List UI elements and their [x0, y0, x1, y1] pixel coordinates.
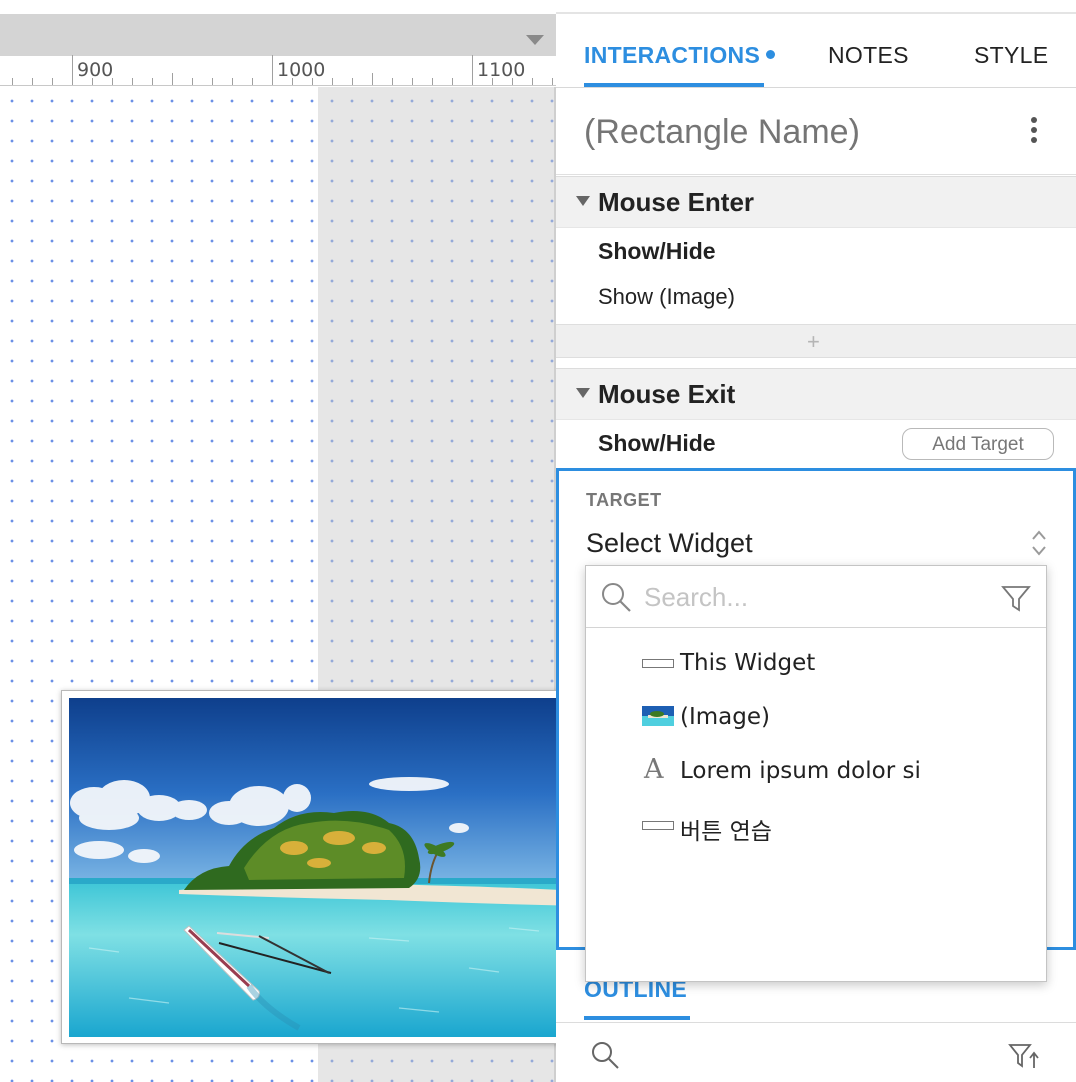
- picker-item-label: (Image): [680, 704, 770, 730]
- outline-search-icon[interactable]: [590, 1040, 620, 1070]
- panel-tabs: INTERACTIONS NOTES STYLE: [556, 12, 1076, 88]
- outline-filter-sort-icon[interactable]: [1008, 1042, 1040, 1070]
- ruler-minor-tick: [392, 78, 393, 85]
- collapse-triangle-icon[interactable]: [576, 196, 590, 206]
- picker-item-label: This Widget: [680, 650, 816, 676]
- ruler-major-tick: [472, 55, 473, 85]
- widget-picker-dropdown: This Widget (Image) A Lorem ipsum dolor …: [585, 565, 1047, 982]
- unsaved-dot-icon: [766, 50, 776, 59]
- picker-item-image[interactable]: (Image): [586, 694, 1046, 740]
- outline-tab-underline: [584, 1016, 690, 1020]
- picker-search-input[interactable]: [644, 581, 984, 613]
- ruler-label: 1100: [477, 59, 526, 81]
- text-widget-icon: A: [644, 754, 664, 785]
- tropical-island-image: [69, 698, 556, 1037]
- picker-item-this-widget[interactable]: This Widget: [586, 640, 1046, 686]
- ruler-label: 900: [77, 59, 114, 81]
- image-thumbnail-icon: [642, 706, 674, 726]
- rectangle-widget-icon: [642, 659, 674, 668]
- action-title[interactable]: Show/Hide: [598, 238, 716, 265]
- filter-icon[interactable]: [1001, 584, 1031, 612]
- outline-divider: [556, 1022, 1076, 1023]
- tab-style[interactable]: STYLE: [974, 42, 1048, 69]
- ruler-minor-tick: [412, 78, 413, 85]
- horizontal-scrollbar[interactable]: [0, 14, 556, 56]
- picker-item-button[interactable]: 버튼 연습: [586, 802, 1046, 848]
- event-title: Mouse Exit: [598, 379, 736, 409]
- search-icon: [602, 583, 631, 612]
- action-title[interactable]: Show/Hide: [598, 430, 716, 457]
- ruler-major-tick: [272, 55, 273, 85]
- ruler-minor-tick: [12, 78, 13, 85]
- ruler-minor-tick: [452, 78, 453, 85]
- action-detail[interactable]: Show (Image): [598, 284, 735, 310]
- ruler-minor-tick: [552, 78, 553, 85]
- scroll-down-arrow-icon[interactable]: [526, 35, 544, 45]
- ruler-minor-tick: [32, 78, 33, 85]
- add-action-bar[interactable]: +: [556, 324, 1076, 358]
- picker-item-text[interactable]: A Lorem ipsum dolor si: [586, 748, 1046, 794]
- ruler-minor-tick: [232, 78, 233, 85]
- tab-interactions-label: INTERACTIONS: [584, 42, 761, 68]
- target-label: TARGET: [586, 490, 662, 510]
- event-title: Mouse Enter: [598, 187, 755, 217]
- rectangle-widget-icon: [642, 821, 674, 830]
- ruler-minor-tick: [192, 78, 193, 85]
- plus-icon[interactable]: +: [807, 329, 820, 355]
- ruler-minor-tick: [172, 73, 173, 85]
- picker-item-label: Lorem ipsum dolor si: [680, 758, 921, 784]
- ruler-major-tick: [72, 55, 73, 85]
- updown-chevron-icon[interactable]: [1030, 528, 1048, 558]
- event-mouse-enter-header[interactable]: Mouse Enter: [556, 176, 1076, 228]
- add-target-button[interactable]: Add Target: [902, 428, 1054, 460]
- widget-name-input[interactable]: [584, 113, 984, 152]
- ruler-minor-tick: [252, 78, 253, 85]
- design-canvas[interactable]: 900 1000 1100: [0, 0, 556, 1082]
- active-tab-underline: [584, 83, 764, 87]
- picker-search-row: [586, 566, 1046, 628]
- event-mouse-exit-header[interactable]: Mouse Exit: [556, 368, 1076, 420]
- ruler-minor-tick: [332, 78, 333, 85]
- canvas-top-strip: [0, 0, 556, 14]
- ruler-minor-tick: [152, 78, 153, 85]
- ruler-minor-tick: [212, 78, 213, 85]
- select-widget-dropdown[interactable]: Select Widget: [586, 528, 753, 559]
- ruler-minor-tick: [352, 78, 353, 85]
- app-window: 900 1000 1100 INTERACTIONS NOTES STYLE (…: [0, 0, 1076, 1082]
- collapse-triangle-icon[interactable]: [576, 388, 590, 398]
- horizontal-ruler: 900 1000 1100: [0, 55, 556, 86]
- ruler-minor-tick: [372, 73, 373, 85]
- tab-interactions[interactable]: INTERACTIONS: [584, 42, 776, 69]
- picker-item-label: 버튼 연습: [680, 819, 772, 845]
- ruler-minor-tick: [532, 78, 533, 85]
- tab-notes[interactable]: NOTES: [828, 42, 909, 69]
- more-options-icon[interactable]: [1030, 117, 1038, 147]
- image-widget[interactable]: [61, 690, 556, 1044]
- ruler-minor-tick: [432, 78, 433, 85]
- widget-name-row: [556, 89, 1076, 175]
- ruler-minor-tick: [52, 78, 53, 85]
- ruler-label: 1000: [277, 59, 326, 81]
- ruler-minor-tick: [132, 78, 133, 85]
